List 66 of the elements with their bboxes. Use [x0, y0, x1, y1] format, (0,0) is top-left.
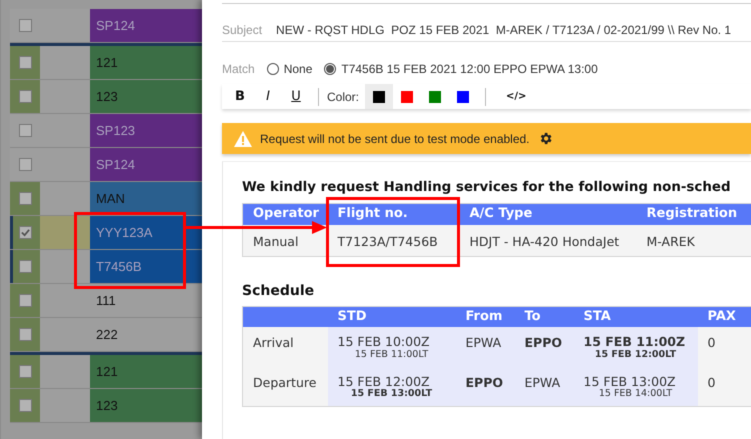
flight-cell[interactable]: 121 [90, 355, 202, 388]
table-cell: 0 [698, 366, 751, 406]
flight-cell[interactable]: SP124 [90, 148, 202, 181]
flight-cell[interactable]: 123 [90, 80, 202, 113]
checkbox[interactable] [18, 19, 32, 32]
table-cell: HDJT - HA-420 HondaJet [460, 224, 636, 256]
flight-cell[interactable]: 121 [90, 46, 202, 79]
radio-button[interactable] [266, 63, 279, 75]
checkbox[interactable] [18, 399, 32, 412]
warning-text: Request will not be sent due to test mode enabled. [260, 132, 530, 146]
table-cell: EPPO [514, 327, 574, 367]
table-cell: T7123A/T7456B [328, 224, 460, 256]
time-cell: 15 FEB 10:00Z 15 FEB 11:00LT [328, 327, 456, 367]
column-header: To [514, 306, 574, 328]
table-cell: EPWA [456, 327, 514, 367]
flight-cell[interactable]: YYY123A [90, 216, 202, 249]
time-cell: 15 FEB 12:00Z 15 FEB 13:00LT [328, 366, 456, 406]
color-swatch[interactable] [365, 84, 394, 109]
column-header: Operator [242, 204, 328, 224]
flight-cell[interactable]: MAN [90, 182, 202, 215]
format-button[interactable]: B [226, 84, 254, 109]
match-label: Match [222, 62, 255, 76]
radio-button[interactable] [324, 63, 336, 75]
flight-cell[interactable]: 222 [90, 318, 202, 351]
checkbox[interactable] [18, 328, 32, 341]
code-button[interactable]: </> [494, 91, 538, 102]
subject-field[interactable]: Subject NEW - RQST HDLG POZ 15 FEB 2021 M-AREK / T7123A / 02-2021/99 \\ Rev No. 1 [222, 19, 751, 42]
match-option[interactable]: None [266, 62, 312, 76]
flight-cell[interactable]: SP124 [90, 9, 202, 42]
intro-text: We kindly request Handling services for the following non-sched [242, 180, 732, 195]
column-header: STA [574, 306, 698, 328]
checkbox[interactable] [18, 56, 32, 69]
checkbox[interactable] [18, 294, 32, 307]
table-cell: M-AREK [636, 224, 751, 256]
subject-value: NEW - RQST HDLG POZ 15 FEB 2021 M-AREK / T7123A / 02-2021/99 \\ Rev No. 1 [276, 23, 732, 37]
format-button[interactable]: I [254, 84, 282, 109]
column-header: PAX [698, 306, 751, 328]
checkbox[interactable] [18, 260, 32, 273]
column-header: A/C Type [460, 204, 636, 224]
table-cell: Arrival [242, 327, 328, 367]
column-header: From [456, 306, 514, 328]
table-cell: 0 [698, 327, 751, 367]
flight-cell[interactable]: 123 [90, 389, 202, 422]
schedule-title: Schedule [242, 282, 316, 299]
flight-cell[interactable]: 111 [90, 284, 202, 317]
checkbox[interactable] [18, 365, 32, 378]
time-cell: 15 FEB 13:00Z 15 FEB 14:00LT [574, 366, 698, 406]
checkbox[interactable] [18, 158, 32, 171]
warning-icon [234, 130, 252, 146]
time-cell: 15 FEB 11:00Z 15 FEB 12:00LT [574, 327, 698, 367]
checkbox[interactable] [18, 226, 32, 239]
table-cell: EPPO [456, 366, 514, 406]
column-header: STD [328, 306, 456, 328]
option-label: None [284, 62, 312, 76]
flight-cell[interactable]: SP123 [90, 114, 202, 147]
checkbox[interactable] [18, 90, 32, 103]
table-cell: EPWA [514, 366, 574, 406]
format-button[interactable]: U [282, 84, 310, 109]
checkbox[interactable] [18, 124, 32, 137]
column-header: Registration [636, 204, 751, 224]
checkbox[interactable] [18, 192, 32, 205]
subject-label: Subject [222, 23, 262, 37]
flight-cell[interactable]: T7456B [90, 250, 202, 283]
table-cell: Departure [242, 366, 328, 406]
color-label: Color: [327, 90, 360, 104]
column-header: Flight no. [328, 204, 460, 224]
